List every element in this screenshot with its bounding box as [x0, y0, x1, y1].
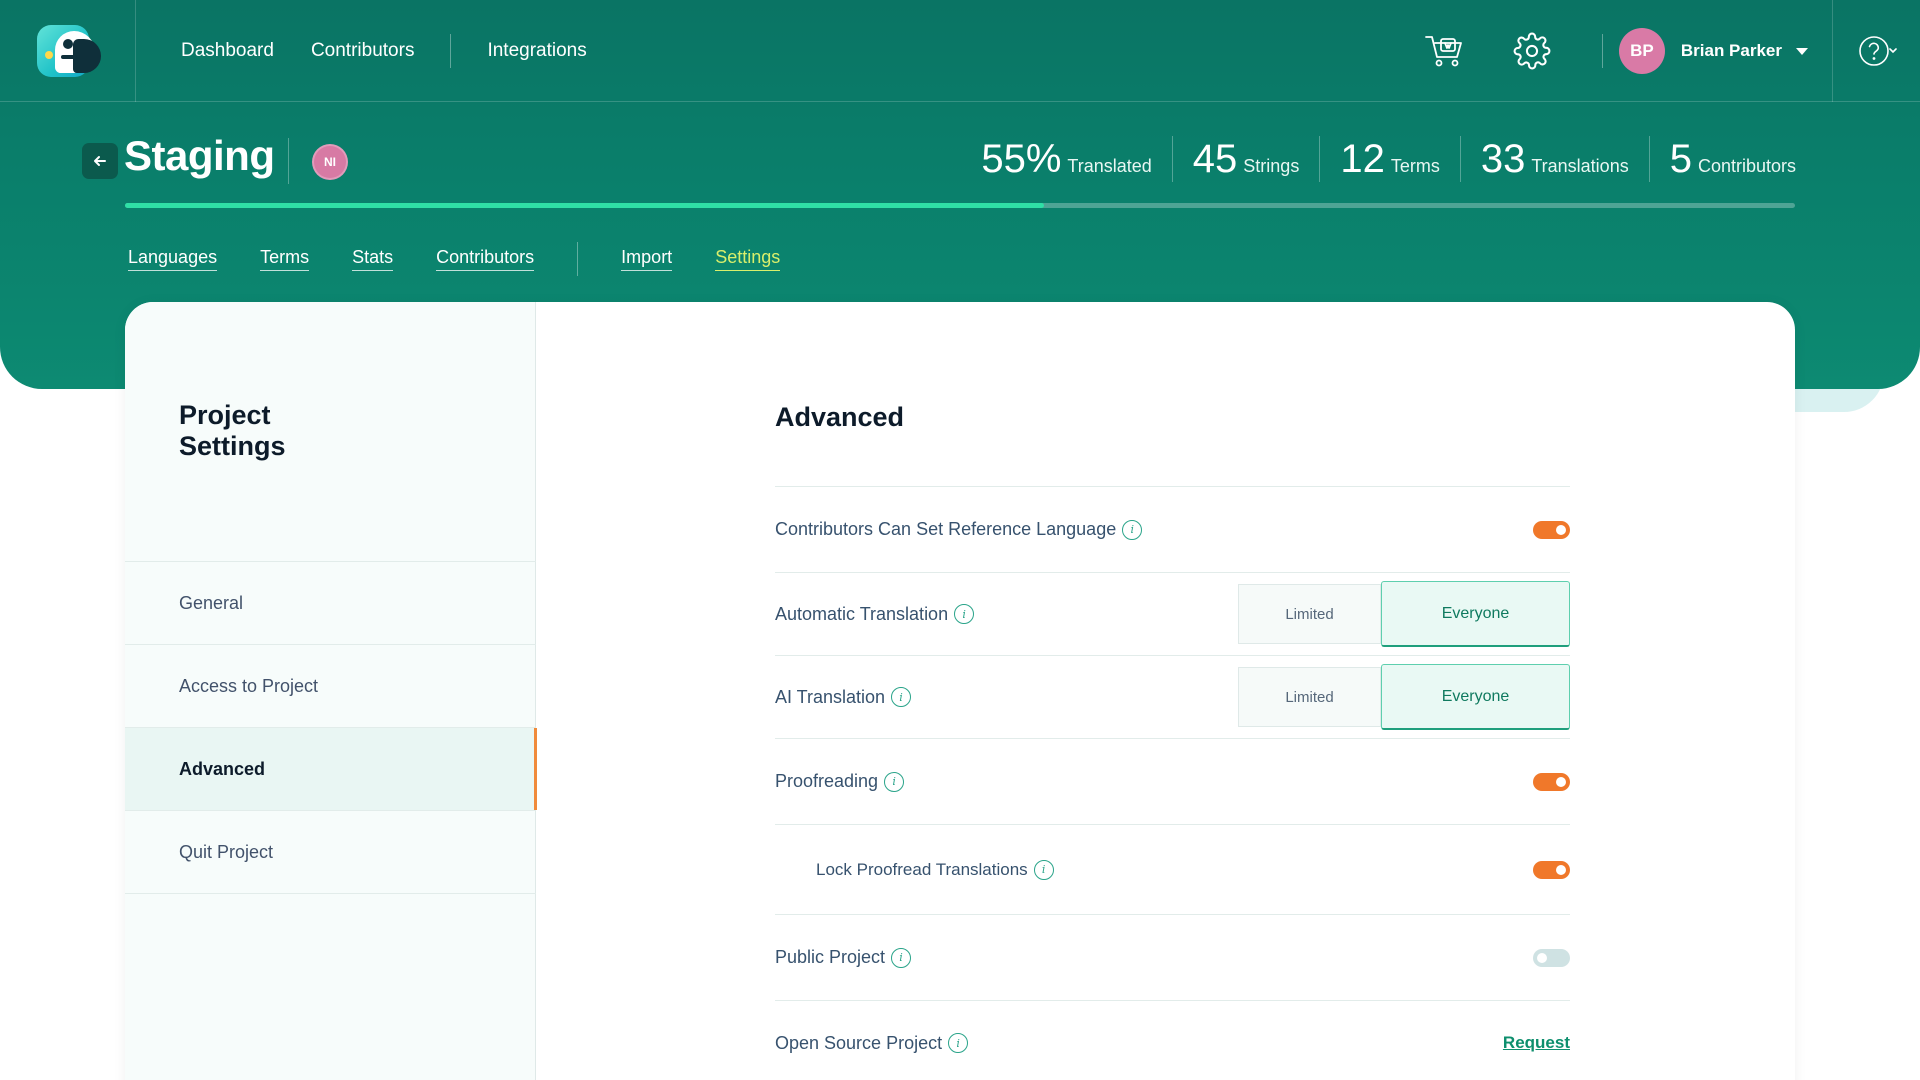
public-project-toggle[interactable]	[1533, 948, 1570, 967]
sidebar-title: Project Settings	[179, 400, 286, 461]
owner-badge[interactable]: NI	[312, 144, 348, 180]
tab-stats[interactable]: Stats	[352, 247, 394, 271]
cart-icon[interactable]	[1418, 25, 1470, 77]
help-icon	[1858, 36, 1897, 66]
setting-row-automatic-translation: Automatic Translation i Limited Everyone	[775, 573, 1570, 656]
nav-dashboard[interactable]: Dashboard	[181, 40, 274, 62]
arrow-left-icon	[94, 156, 106, 166]
setting-row-open-source: Open Source Project i Request	[775, 1001, 1570, 1080]
info-icon[interactable]: i	[891, 687, 912, 707]
reference-language-toggle[interactable]	[1533, 520, 1570, 539]
project-title: Staging	[124, 132, 275, 179]
ai-translation-selector: Limited Everyone	[1238, 664, 1570, 730]
info-icon[interactable]: i	[891, 947, 912, 968]
option-limited[interactable]: Limited	[1238, 667, 1381, 727]
tabs-divider	[577, 242, 579, 276]
setting-row-proofreading: Proofreading i	[775, 739, 1570, 825]
option-everyone[interactable]: Everyone	[1381, 581, 1570, 647]
stat-translated: 55% Translated	[981, 137, 1152, 181]
setting-label: Public Project	[775, 947, 886, 967]
sidebar-item-access[interactable]: Access to Project	[125, 645, 536, 728]
section-title: Advanced	[775, 402, 905, 432]
info-icon[interactable]: i	[1122, 519, 1143, 540]
chevron-down-icon	[1796, 47, 1808, 55]
proofreading-toggle[interactable]	[1533, 772, 1570, 791]
setting-label: Open Source Project	[775, 1032, 943, 1053]
avatar: BP	[1618, 28, 1665, 74]
stat-strings: 45 Strings	[1171, 136, 1320, 182]
info-icon[interactable]: i	[954, 604, 975, 624]
option-everyone[interactable]: Everyone	[1381, 664, 1570, 730]
main-nav: Dashboard Contributors Integrations	[181, 0, 624, 102]
stat-contributors: 5 Contributors	[1648, 136, 1796, 182]
lock-proofread-toggle[interactable]	[1533, 860, 1570, 879]
nav-divider	[450, 34, 452, 68]
setting-row-ai-translation: AI Translation i Limited Everyone	[775, 656, 1570, 739]
tab-contributors[interactable]: Contributors	[436, 247, 535, 271]
nav-integrations[interactable]: Integrations	[487, 40, 586, 62]
translation-progress-bar	[125, 203, 1795, 208]
title-divider	[288, 138, 289, 184]
settings-sidebar: Project Settings General Access to Proje…	[125, 302, 537, 1080]
stat-translations: 33 Translations	[1459, 136, 1649, 182]
setting-row-public-project: Public Project i	[775, 915, 1570, 1001]
settings-card: Project Settings General Access to Proje…	[125, 302, 1795, 1080]
nav-contributors[interactable]: Contributors	[311, 40, 415, 62]
info-icon[interactable]: i	[884, 771, 905, 792]
info-icon[interactable]: i	[948, 1033, 969, 1053]
setting-label: Proofreading	[775, 771, 879, 791]
settings-list: Contributors Can Set Reference Language i…	[775, 486, 1570, 1080]
tab-settings[interactable]: Settings	[715, 247, 781, 271]
stat-terms: 12 Terms	[1319, 136, 1460, 182]
setting-label: Automatic Translation	[775, 603, 949, 624]
project-tabs: Languages Terms Stats Contributors Impor…	[128, 242, 823, 276]
back-button[interactable]	[82, 143, 118, 179]
info-icon[interactable]: i	[1033, 859, 1054, 880]
app-logo	[36, 25, 101, 77]
logo-container[interactable]	[0, 0, 136, 102]
tab-import[interactable]: Import	[621, 247, 673, 271]
tab-terms[interactable]: Terms	[260, 247, 310, 271]
help-button[interactable]	[1832, 0, 1920, 102]
sidebar-item-quit[interactable]: Quit Project	[125, 811, 536, 894]
sidebar-menu: General Access to Project Advanced Quit …	[125, 561, 537, 894]
top-navigation: Dashboard Contributors Integrations BP B…	[0, 0, 1920, 102]
setting-label: AI Translation	[775, 686, 886, 707]
sidebar-item-advanced[interactable]: Advanced	[125, 728, 537, 811]
tab-languages[interactable]: Languages	[128, 247, 218, 271]
option-limited[interactable]: Limited	[1238, 584, 1381, 644]
sidebar-item-general[interactable]: General	[125, 562, 536, 645]
setting-row-reference-language: Contributors Can Set Reference Language i	[775, 487, 1570, 573]
progress-fill	[125, 203, 1044, 208]
automatic-translation-selector: Limited Everyone	[1238, 581, 1570, 647]
gear-icon[interactable]	[1506, 25, 1558, 77]
topbar-divider	[1602, 34, 1603, 68]
setting-label: Contributors Can Set Reference Language	[775, 519, 1117, 539]
user-menu[interactable]: BP Brian Parker	[1618, 28, 1808, 74]
setting-label: Lock Proofread Translations	[816, 859, 1028, 879]
user-name: Brian Parker	[1680, 41, 1782, 60]
setting-row-lock-proofread: Lock Proofread Translations i	[775, 825, 1570, 915]
request-link[interactable]: Request	[1503, 1033, 1570, 1053]
project-stats: 55% Translated 45 Strings 12 Terms 33 Transl…	[981, 136, 1796, 182]
